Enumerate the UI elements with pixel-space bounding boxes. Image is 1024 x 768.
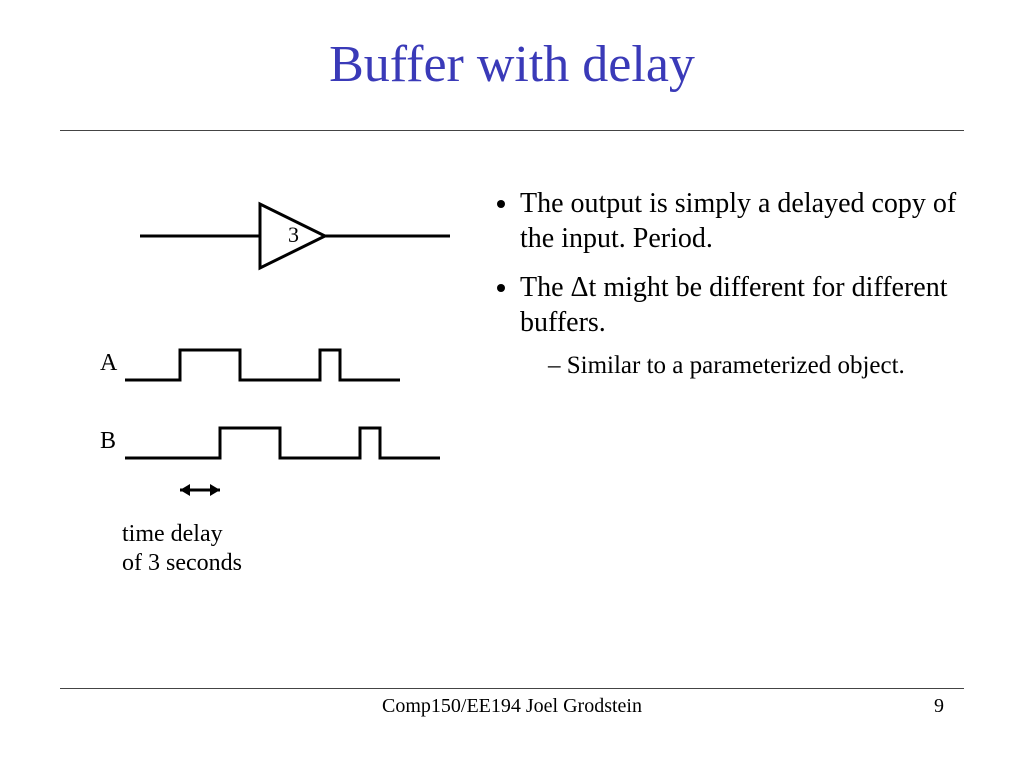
signal-a-label: A	[100, 350, 117, 377]
delay-caption-line1: time delay	[122, 521, 223, 547]
divider-bottom	[60, 688, 964, 689]
slide-title-wrap: Buffer with delay	[0, 0, 1024, 94]
delay-caption-line2: of 3 seconds	[122, 550, 242, 576]
slide-content: 3 A B time delay of 3 seconds The output…	[0, 150, 1024, 395]
bullet-item: The output is simply a delayed copy of t…	[520, 186, 960, 256]
diagram-column: 3 A B time delay of 3 seconds	[0, 150, 490, 395]
bullet-list: The output is simply a delayed copy of t…	[490, 186, 960, 381]
footer-author: Comp150/EE194 Joel Grodstein	[382, 695, 642, 718]
text-column: The output is simply a delayed copy of t…	[490, 150, 1000, 395]
footer-page-number: 9	[934, 695, 944, 718]
sub-bullet-list: Similar to a parameterized object.	[520, 350, 960, 381]
diagram-svg	[80, 200, 460, 520]
buffer-delay-value: 3	[288, 222, 299, 248]
slide-title: Buffer with delay	[0, 35, 1024, 94]
bullet-item: The Δt might be different for different …	[520, 270, 960, 381]
bullet-item-text: The Δt might be different for different …	[520, 272, 948, 338]
buffer-diagram: 3 A B time delay of 3 seconds	[80, 200, 460, 525]
delay-caption: time delay of 3 seconds	[122, 520, 242, 578]
divider-top	[60, 130, 964, 131]
signal-b-label: B	[100, 428, 116, 455]
sub-bullet-item: Similar to a parameterized object.	[548, 350, 960, 381]
